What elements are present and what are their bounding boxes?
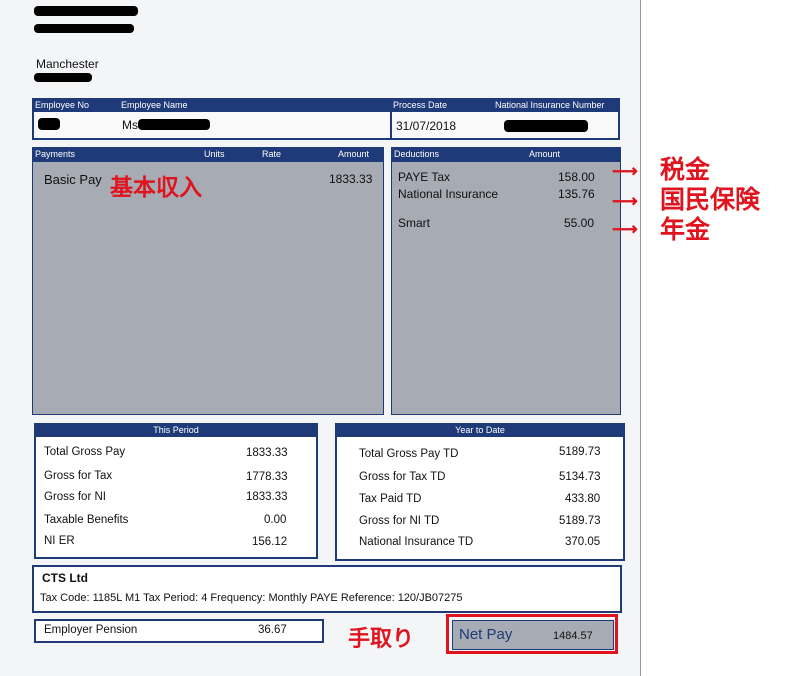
ytd-box: Total Gross Pay TD 5189.73 Gross for Tax… bbox=[335, 437, 625, 561]
annotation-national-insurance: 国民保険 bbox=[660, 185, 761, 214]
redacted-ni-number bbox=[504, 120, 588, 132]
redacted-employee-name bbox=[138, 119, 210, 130]
deductions-header: Deductions Amount bbox=[391, 147, 621, 161]
ytd-title: Year to Date bbox=[455, 425, 505, 435]
annotation-basic-income: 基本収入 bbox=[110, 175, 202, 201]
ytd-value-0: 5189.73 bbox=[559, 446, 601, 458]
payment-label: Basic Pay bbox=[44, 172, 102, 187]
deductions-panel: PAYE Tax 158.00 National Insurance 135.7… bbox=[391, 161, 621, 415]
employee-header-bar: Employee No Employee Name Process Date N… bbox=[32, 98, 620, 112]
payment-amount: 1833.33 bbox=[329, 172, 373, 186]
annotation-take-home: 手取り bbox=[348, 627, 415, 652]
payments-title: Payments bbox=[35, 149, 76, 159]
employee-name-prefix: Ms bbox=[122, 118, 138, 132]
this-period-box: Total Gross Pay 1833.33 Gross for Tax 17… bbox=[34, 437, 318, 559]
net-pay-label: Net Pay bbox=[459, 626, 513, 643]
ytd-header: Year to Date bbox=[335, 423, 625, 437]
payments-header: Payments Units Rate Amount bbox=[32, 147, 384, 161]
ni-number-label: National Insurance Number bbox=[495, 100, 605, 110]
ytd-value-4: 370.05 bbox=[565, 536, 601, 548]
ytd-label-4: National Insurance TD bbox=[359, 536, 474, 548]
deductions-title: Deductions bbox=[394, 149, 440, 159]
units-label: Units bbox=[204, 149, 225, 159]
amount-label: Amount bbox=[338, 149, 370, 159]
employer-pension-value: 36.67 bbox=[258, 624, 287, 636]
redacted-company-line bbox=[34, 6, 138, 16]
annotation-tax: 税金 bbox=[660, 155, 711, 184]
redacted-address-line bbox=[34, 24, 134, 33]
employee-name-label: Employee Name bbox=[121, 100, 188, 110]
tp-label-4: NI ER bbox=[44, 535, 75, 547]
net-pay-box: Net Pay 1484.57 bbox=[452, 620, 614, 650]
process-date: 31/07/2018 bbox=[396, 119, 457, 133]
deduction-amount-ni: 135.76 bbox=[558, 187, 595, 201]
deduction-amount-smart: 55.00 bbox=[564, 216, 595, 230]
divider bbox=[390, 112, 392, 138]
tp-label-1: Gross for Tax bbox=[44, 470, 113, 482]
tp-value-2: 1833.33 bbox=[246, 491, 288, 503]
ytd-value-2: 433.80 bbox=[565, 493, 601, 505]
deduction-amount-paye: 158.00 bbox=[558, 170, 595, 184]
employer-box: CTS Ltd Tax Code: 1185L M1 Tax Period: 4… bbox=[32, 565, 622, 613]
redacted-employee-no bbox=[38, 118, 60, 130]
tp-value-4: 156.12 bbox=[252, 536, 288, 548]
ytd-value-1: 5134.73 bbox=[559, 471, 601, 483]
deduction-label-ni: National Insurance bbox=[398, 187, 499, 201]
employee-details-row: Ms 31/07/2018 bbox=[32, 112, 620, 140]
company-city: Manchester bbox=[36, 57, 99, 71]
net-pay-value: 1484.57 bbox=[553, 630, 593, 642]
employer-pension-box: Employer Pension 36.67 bbox=[34, 619, 324, 643]
ytd-label-0: Total Gross Pay TD bbox=[359, 448, 459, 460]
process-date-label: Process Date bbox=[393, 100, 448, 110]
employer-details: Tax Code: 1185L M1 Tax Period: 4 Frequen… bbox=[40, 592, 463, 604]
payslip-paper: Manchester Employee No Employee Name Pro… bbox=[0, 0, 641, 676]
ytd-label-3: Gross for NI TD bbox=[359, 515, 440, 527]
this-period-title: This Period bbox=[153, 425, 199, 435]
employee-no-label: Employee No bbox=[35, 100, 90, 110]
tp-label-0: Total Gross Pay bbox=[44, 446, 126, 458]
ytd-value-3: 5189.73 bbox=[559, 515, 601, 527]
tp-label-3: Taxable Benefits bbox=[44, 514, 129, 526]
redacted-postcode bbox=[34, 73, 92, 82]
tp-value-3: 0.00 bbox=[264, 514, 287, 526]
employer-name: CTS Ltd bbox=[42, 571, 88, 585]
deductions-amount-label: Amount bbox=[529, 149, 561, 159]
rate-label: Rate bbox=[262, 149, 282, 159]
tp-label-2: Gross for NI bbox=[44, 491, 106, 503]
tp-value-0: 1833.33 bbox=[246, 447, 288, 459]
deduction-label-paye: PAYE Tax bbox=[398, 170, 451, 184]
payments-panel: Basic Pay 1833.33 bbox=[32, 161, 384, 415]
this-period-header: This Period bbox=[34, 423, 318, 437]
net-pay-highlight: Net Pay 1484.57 bbox=[446, 614, 618, 654]
annotation-pension: 年金 bbox=[660, 215, 711, 244]
arrow-ni-icon: ⟶ bbox=[612, 191, 638, 211]
arrow-pension-icon: ⟶ bbox=[612, 219, 638, 239]
ytd-label-2: Tax Paid TD bbox=[359, 493, 422, 505]
ytd-label-1: Gross for Tax TD bbox=[359, 471, 446, 483]
arrow-tax-icon: ⟶ bbox=[612, 161, 638, 181]
tp-value-1: 1778.33 bbox=[246, 471, 288, 483]
employer-pension-label: Employer Pension bbox=[44, 624, 138, 636]
deduction-label-smart: Smart bbox=[398, 216, 431, 230]
